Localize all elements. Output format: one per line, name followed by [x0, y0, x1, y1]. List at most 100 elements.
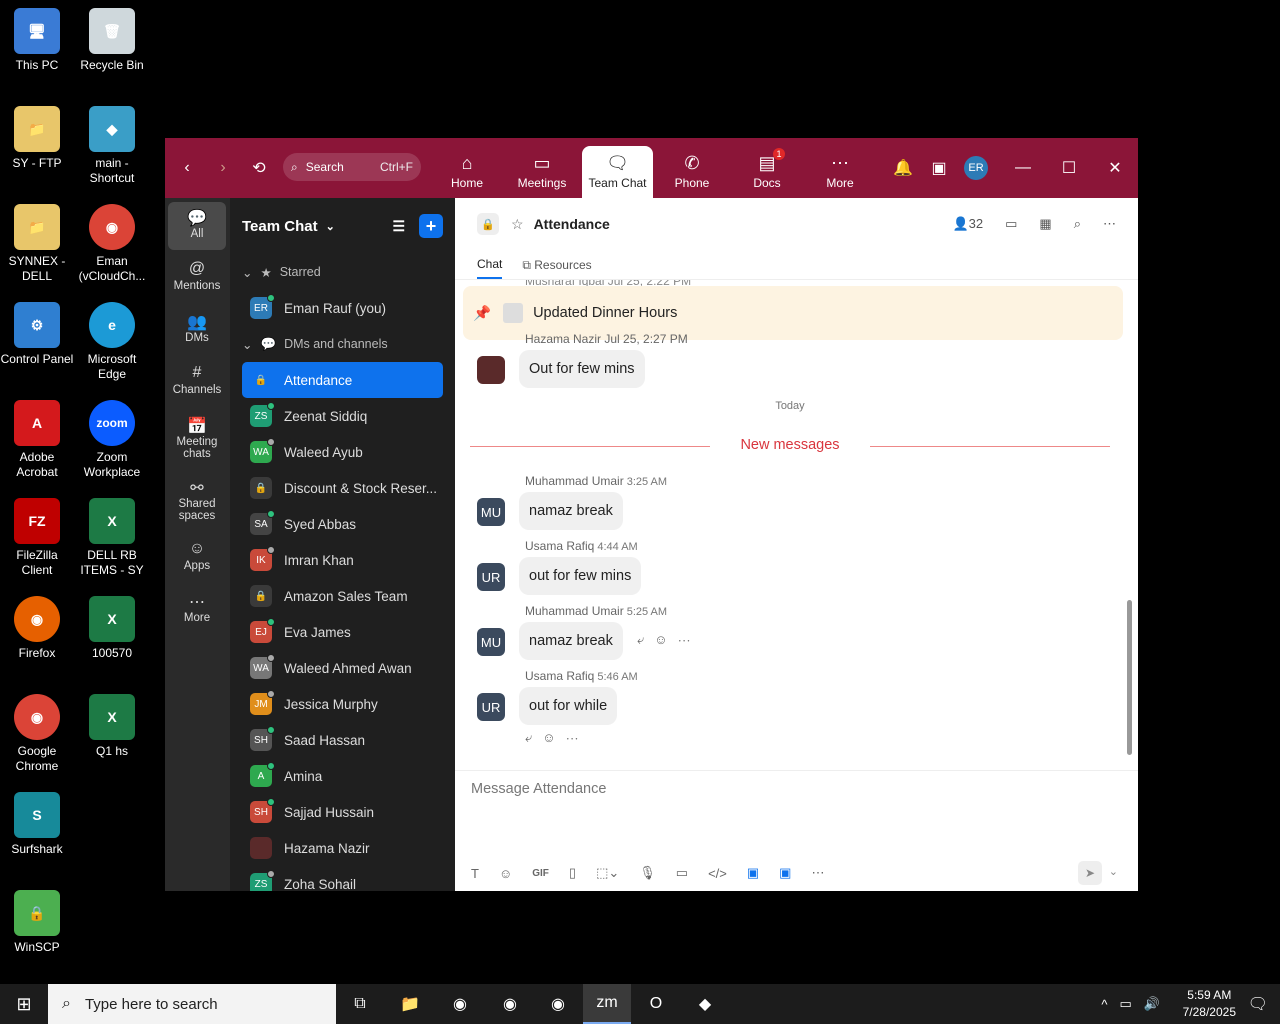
message-bubble[interactable]: out for while	[519, 687, 618, 725]
tab-chat[interactable]: Chat	[477, 257, 503, 279]
chrome-icon[interactable]: ◉	[534, 984, 582, 1024]
file-explorer-icon[interactable]: 📁	[386, 984, 434, 1024]
search-icon[interactable]: ⌕	[1074, 216, 1081, 232]
star-icon[interactable]: ☆	[511, 216, 524, 233]
more-icon[interactable]: ⋯	[566, 730, 589, 745]
rail-item-channels[interactable]: # Channels	[168, 358, 226, 406]
desktop-icon-google-chrome[interactable]: ◉ Google Chrome	[0, 694, 74, 774]
desktop-icon-eman-chrome[interactable]: ◉ Eman (vCloudCh...	[75, 204, 149, 284]
emoji-icon[interactable]: ☺	[542, 730, 565, 745]
channel-item[interactable]: 🔒 Discount & Stock Reser...	[242, 470, 443, 506]
tab-phone[interactable]: ✆ Phone	[658, 146, 726, 198]
message-input[interactable]: Message Attendance	[471, 781, 606, 797]
members-button[interactable]: 👤32	[952, 216, 983, 232]
channel-item[interactable]: A Amina	[242, 758, 443, 794]
close-icon[interactable]: ✕	[1105, 158, 1125, 178]
message-bubble[interactable]: out for few mins	[519, 557, 642, 595]
rail-item-more[interactable]: ⋯ More	[168, 586, 226, 634]
desktop-icon-synnex-dell[interactable]: 📁 SYNNEX - DELL	[0, 204, 74, 284]
chevron-down-icon[interactable]: ⌄	[326, 220, 335, 233]
desktop-icon-edge[interactable]: e Microsoft Edge	[75, 302, 149, 382]
video-message-icon[interactable]: ▭	[676, 865, 688, 881]
channel-item[interactable]: WA Waleed Ahmed Awan	[242, 650, 443, 686]
emoji-icon[interactable]: ☺	[499, 866, 512, 881]
team-chat-title[interactable]: Team Chat	[242, 218, 318, 235]
history-icon[interactable]: ⟲	[249, 158, 269, 178]
channel-item[interactable]: SA Syed Abbas	[242, 506, 443, 542]
starred-item[interactable]: ER Eman Rauf (you)	[242, 290, 443, 326]
tab-home[interactable]: ⌂ Home	[433, 146, 501, 198]
more-icon[interactable]: ⋯	[811, 865, 824, 881]
microphone-icon[interactable]: 🎙	[639, 865, 656, 881]
more-icon[interactable]: ⋯	[1103, 216, 1116, 232]
channel-item[interactable]: IK Imran Khan	[242, 542, 443, 578]
channel-item[interactable]: SH Saad Hassan	[242, 722, 443, 758]
zoom-taskbar-icon[interactable]: zm	[583, 984, 631, 1024]
app-icon[interactable]: ▣	[779, 865, 791, 881]
filter-icon[interactable]: ☰	[392, 218, 405, 235]
channel-item[interactable]: EJ Eva James	[242, 614, 443, 650]
desktop-icon-this-pc[interactable]: 🖥 This PC	[0, 8, 74, 73]
desktop-icon-firefox[interactable]: ◉ Firefox	[0, 596, 74, 661]
reply-icon[interactable]: ⤶	[637, 632, 654, 647]
rail-item-dms[interactable]: 👥 DMs	[168, 306, 226, 354]
rail-item-mentions[interactable]: @ Mentions	[168, 254, 226, 302]
volume-icon[interactable]: 🔊	[1144, 996, 1160, 1012]
desktop-icon-adobe-acrobat[interactable]: A Adobe Acrobat	[0, 400, 74, 480]
tab-team-chat[interactable]: 🗨 Team Chat	[582, 146, 653, 198]
message-bubble[interactable]: Out for few mins	[519, 350, 645, 388]
tab-more[interactable]: ⋯ More	[806, 146, 874, 198]
desktop-icon-q1-hs[interactable]: X Q1 hs	[75, 694, 149, 759]
tab-docs[interactable]: ▤ Docs 1	[733, 146, 801, 198]
chrome-icon[interactable]: ◉	[486, 984, 534, 1024]
tab-resources[interactable]: ⧉ Resources	[522, 258, 591, 279]
outlook-icon[interactable]: O	[632, 984, 680, 1024]
back-icon[interactable]: ‹	[177, 158, 197, 178]
gif-icon[interactable]: GIF	[532, 868, 549, 879]
avatar[interactable]: UR	[477, 563, 505, 591]
desktop-icon-zoom[interactable]: zoom Zoom Workplace	[75, 400, 149, 480]
bell-icon[interactable]: 🔔	[893, 158, 913, 178]
avatar[interactable]: UR	[477, 693, 505, 721]
desktop-icon-control-panel[interactable]: ⚙ Control Panel	[0, 302, 74, 367]
maximize-icon[interactable]: ☐	[1059, 158, 1079, 178]
send-button[interactable]: ➤	[1078, 861, 1102, 885]
new-chat-button[interactable]: +	[419, 214, 443, 238]
rail-item-shared-spaces[interactable]: ⚯ Shared spaces	[168, 472, 226, 530]
channel-item[interactable]: 🔒 Amazon Sales Team	[242, 578, 443, 614]
gift-icon[interactable]: ▣	[929, 158, 949, 178]
avatar[interactable]	[477, 356, 505, 384]
reply-icon[interactable]: ⤶	[525, 730, 542, 745]
channel-item[interactable]: Hazama Nazir	[242, 830, 443, 866]
desktop-icon-surfshark[interactable]: S Surfshark	[0, 792, 74, 857]
scrollbar[interactable]	[1127, 600, 1132, 755]
rail-item-all[interactable]: 💬 All	[168, 202, 226, 250]
channel-item[interactable]: SH Sajjad Hussain	[242, 794, 443, 830]
chrome-icon[interactable]: ◉	[436, 984, 484, 1024]
start-button[interactable]: ⊞	[0, 984, 48, 1024]
network-icon[interactable]: ▭	[1120, 996, 1132, 1012]
avatar[interactable]: MU	[477, 498, 505, 526]
desktop-icon-main-shortcut[interactable]: ◆ main - Shortcut	[75, 106, 149, 186]
clock[interactable]: 5:59 AM 7/28/2025	[1183, 987, 1236, 1021]
channel-item[interactable]: 🔒 Attendance	[242, 362, 443, 398]
channel-item[interactable]: ZS Zoha Sohail	[242, 866, 443, 891]
desktop-icon-winscp[interactable]: 🔒 WinSCP	[0, 890, 74, 955]
video-icon[interactable]: ▭	[1005, 216, 1017, 232]
more-icon[interactable]: ⋯	[678, 632, 701, 647]
screenshot-icon[interactable]: ⬚⌄	[596, 865, 619, 881]
desktop-icon-recycle-bin[interactable]: 🗑 Recycle Bin	[75, 8, 149, 73]
calendar-icon[interactable]: ▦	[1039, 216, 1051, 232]
chevron-up-icon[interactable]: ^	[1101, 997, 1107, 1012]
format-text-icon[interactable]: T	[471, 866, 479, 881]
emoji-icon[interactable]: ☺	[654, 632, 677, 647]
tab-meetings[interactable]: ▭ Meetings	[508, 146, 576, 198]
avatar[interactable]: MU	[477, 628, 505, 656]
dms-section[interactable]: ⌄ 💬 DMs and channels	[230, 326, 455, 362]
message-bubble[interactable]: namaz break	[519, 622, 623, 660]
app-icon[interactable]: ◆	[681, 984, 729, 1024]
channel-item[interactable]: ZS Zeenat Siddiq	[242, 398, 443, 434]
desktop-icon-sy-ftp[interactable]: 📁 SY - FTP	[0, 106, 74, 171]
task-view-icon[interactable]: ⧉	[336, 984, 384, 1024]
taskbar-search[interactable]: ⌕ Type here to search	[48, 984, 336, 1024]
